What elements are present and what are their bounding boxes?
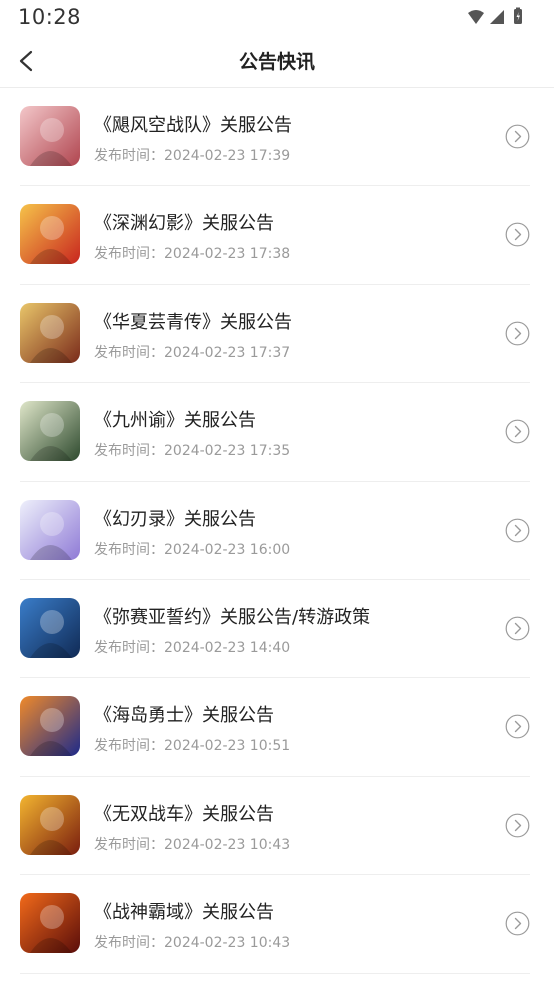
list-item[interactable]: 《九州谕》关服公告发布时间：2024-02-23 17:35 bbox=[0, 383, 554, 482]
chevron-right-circle-icon[interactable] bbox=[505, 222, 530, 247]
publish-time: 发布时间：2024-02-23 17:37 bbox=[94, 342, 290, 362]
battery-icon bbox=[514, 7, 522, 24]
list-item[interactable]: 《华夏芸青传》关服公告 发布时间：2024-02-23 17:37 bbox=[0, 285, 554, 384]
signal-icon bbox=[490, 10, 504, 24]
publish-time: 发布时间：2024-02-23 16:00 bbox=[94, 539, 290, 559]
list-item[interactable]: 《海岛勇士》关服公告 发布时间：2024-02-23 10:51 bbox=[0, 678, 554, 778]
publish-time-label: 发布时间： bbox=[94, 344, 164, 361]
game-icon bbox=[20, 794, 80, 855]
nav-bar: 公告快讯 bbox=[0, 34, 554, 88]
status-time: 10:28 bbox=[18, 5, 82, 29]
announcement-title: 《幻刃录》关服公告 bbox=[94, 508, 256, 530]
publish-time-label: 发布时间： bbox=[94, 639, 164, 656]
publish-time: 发布时间：2024-02-23 17:38 bbox=[94, 243, 290, 263]
publish-time-label: 发布时间： bbox=[94, 148, 164, 164]
publish-time-value: 2024-02-23 10:51 bbox=[164, 738, 291, 755]
announcement-title: 《无双战车》关服公告 bbox=[94, 803, 274, 825]
game-icon bbox=[20, 499, 80, 560]
publish-time-label: 发布时间： bbox=[94, 738, 164, 755]
list-item[interactable]: 《深渊幻影》关服公告 发布时间：2024-02-23 17:38 bbox=[0, 186, 554, 286]
game-icon bbox=[20, 106, 80, 166]
publish-time-label: 发布时间： bbox=[94, 541, 164, 558]
announcement-list: 《飓风空战队》关服公告 发布时间：2024-02-23 17:39 《深渊幻影》关服… bbox=[0, 88, 554, 974]
list-item[interactable]: 《弥赛亚誓约》关服公告/转游政策 发布时间：2024-02-23 14:40 bbox=[0, 580, 554, 679]
publish-time: 发布时间：2024-02-23 14:40 bbox=[94, 637, 290, 657]
game-icon bbox=[20, 401, 80, 462]
announcement-title: 《九州谕》关服公告 bbox=[94, 410, 256, 432]
publish-time-value: 2024-02-23 17:35 bbox=[164, 443, 291, 460]
publish-time-value: 2024-02-23 17:37 bbox=[164, 344, 291, 361]
publish-time-label: 发布时间： bbox=[94, 246, 164, 263]
publish-time: 发布时间：2024-02-23 17:39 bbox=[94, 145, 290, 165]
status-bar: 10:28 bbox=[0, 0, 554, 34]
list-item[interactable]: 《幻刃录》关服公告发布时间：2024-02-23 16:00 bbox=[0, 482, 554, 581]
publish-time-label: 发布时间： bbox=[94, 836, 164, 853]
chevron-right-circle-icon[interactable] bbox=[505, 518, 530, 543]
publish-time: 发布时间：2024-02-23 17:35 bbox=[94, 440, 290, 460]
publish-time: 发布时间：2024-02-23 10:43 bbox=[94, 834, 290, 854]
list-item[interactable]: 《飓风空战队》关服公告 发布时间：2024-02-23 17:39 bbox=[0, 88, 554, 187]
game-icon bbox=[20, 597, 80, 658]
chevron-right-circle-icon[interactable] bbox=[505, 616, 530, 641]
status-icons bbox=[468, 7, 538, 25]
publish-time-value: 2024-02-23 17:38 bbox=[164, 246, 291, 263]
publish-time-value: 2024-02-23 14:40 bbox=[164, 639, 291, 656]
wifi-icon bbox=[468, 10, 484, 24]
publish-time-value: 2024-02-23 10:43 bbox=[164, 836, 291, 853]
game-icon bbox=[20, 302, 80, 363]
chevron-right-circle-icon[interactable] bbox=[505, 419, 530, 444]
publish-time-value: 2024-02-23 10:43 bbox=[164, 935, 291, 952]
publish-time-value: 2024-02-23 16:00 bbox=[164, 541, 291, 558]
publish-time: 发布时间：2024-02-23 10:51 bbox=[94, 735, 290, 755]
chevron-right-circle-icon[interactable] bbox=[505, 813, 530, 838]
game-icon bbox=[20, 696, 80, 757]
chevron-right-circle-icon[interactable] bbox=[505, 321, 530, 346]
announcement-title: 《深渊幻影》关服公告 bbox=[94, 213, 274, 235]
list-item[interactable]: 《战神霸域》关服公告 发布时间：2024-02-23 10:43 bbox=[0, 875, 554, 974]
game-icon bbox=[20, 204, 80, 265]
chevron-right-circle-icon[interactable] bbox=[505, 124, 530, 149]
publish-time-value: 2024-02-23 17:39 bbox=[164, 148, 291, 164]
announcement-title: 《海岛勇士》关服公告 bbox=[94, 705, 274, 727]
announcement-title: 《华夏芸青传》关服公告 bbox=[94, 311, 292, 333]
publish-time-label: 发布时间： bbox=[94, 935, 164, 952]
chevron-right-circle-icon[interactable] bbox=[505, 911, 530, 936]
game-icon bbox=[20, 893, 80, 954]
chevron-right-circle-icon[interactable] bbox=[505, 714, 530, 739]
publish-time: 发布时间：2024-02-23 10:43 bbox=[94, 932, 290, 952]
page-title: 公告快讯 bbox=[238, 51, 315, 73]
list-item[interactable]: 《无双战车》关服公告 发布时间：2024-02-23 10:43 bbox=[0, 777, 554, 876]
announcement-title: 《战神霸域》关服公告 bbox=[94, 902, 274, 924]
announcement-title: 《弥赛亚誓约》关服公告/转游政策 bbox=[94, 606, 371, 628]
announcement-title: 《飓风空战队》关服公告 bbox=[94, 115, 292, 136]
publish-time-label: 发布时间： bbox=[94, 443, 164, 460]
